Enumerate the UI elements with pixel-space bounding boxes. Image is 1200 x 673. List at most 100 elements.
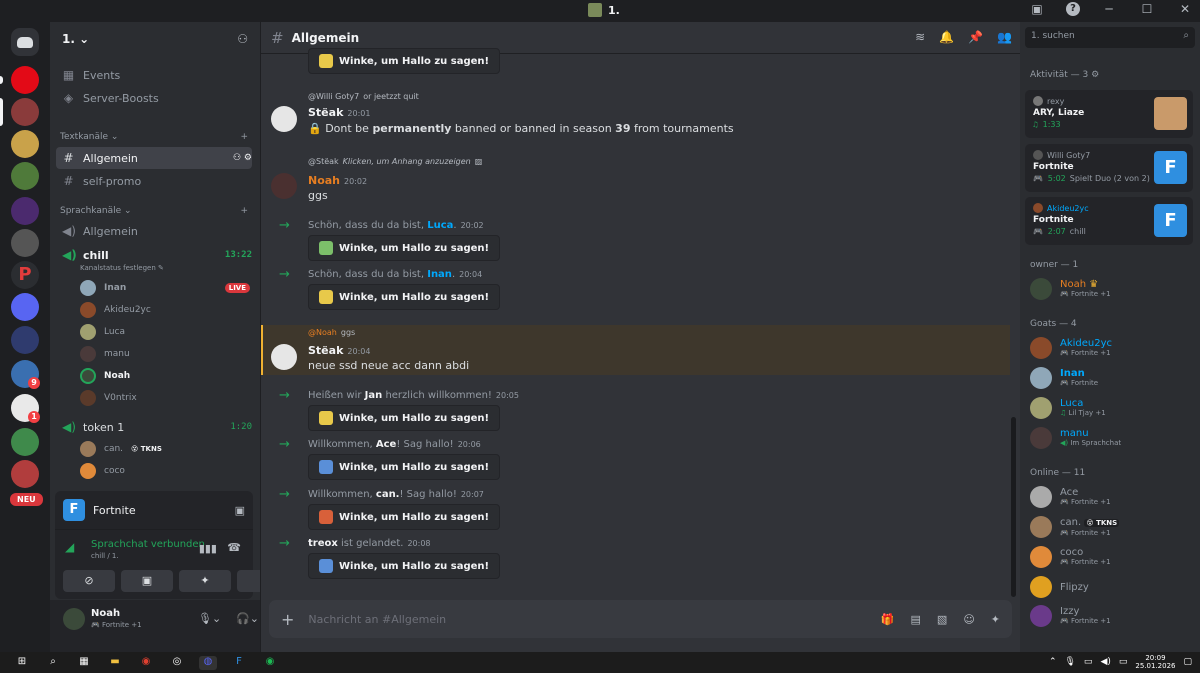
server-icon-13[interactable] (11, 460, 39, 488)
voice-channel-chill[interactable]: ◀) chill 13:22 (56, 244, 252, 266)
reply-preview[interactable]: @Stëak Klicken, um Anhang anzuzeigen ▨ (308, 157, 482, 166)
avatar[interactable] (271, 344, 297, 370)
message[interactable]: @Willi Goty7 or jeetzzt quit Stëak 20:01 🔒… (261, 92, 1010, 142)
server-icon-8[interactable] (11, 293, 39, 321)
search-icon[interactable]: ⌕ (44, 656, 62, 670)
steam-icon[interactable]: ◎ (168, 656, 186, 670)
member-item[interactable]: coco 🎮 Fortnite +1 (1030, 543, 1195, 571)
tray-chevron-icon[interactable]: ⌃ (1049, 657, 1057, 667)
chrome-icon[interactable]: ◉ (137, 656, 155, 670)
voice-user[interactable]: manu (80, 344, 250, 364)
member-item[interactable]: Noah ♛ 🎮 Fortnite +1 (1030, 275, 1195, 303)
wave-button[interactable]: Winke, um Hallo zu sagen! (308, 235, 501, 261)
sidebar-item-boosts[interactable]: ◈ Server-Boosts (56, 87, 252, 109)
add-channel-icon[interactable]: + (240, 132, 248, 142)
message[interactable]: @Stëak Klicken, um Anhang anzuzeigen ▨ Noa… (261, 157, 1010, 207)
activity-card[interactable]: Akideu2yc Fortnite 🎮 2:07 chill F (1025, 197, 1193, 245)
battery-icon[interactable]: ▭ (1119, 657, 1128, 667)
search-input[interactable]: 1. suchen ⌕ (1025, 27, 1195, 48)
server-icon-1[interactable] (11, 66, 39, 94)
attach-plus-icon[interactable]: + (281, 610, 294, 629)
voice-status[interactable]: Sprachchat verbunden (91, 539, 205, 550)
file-explorer-icon[interactable]: ▬ (106, 656, 124, 670)
chat-scrollbar[interactable] (1011, 417, 1016, 597)
microphone-icon[interactable]: 🎙 (1064, 657, 1075, 667)
sidebar-item-events[interactable]: ▦ Events (56, 64, 252, 86)
server-icon-2[interactable] (11, 98, 39, 126)
voice-user[interactable]: coco (80, 461, 250, 481)
voice-user[interactable]: V0ntrix (80, 388, 250, 408)
add-member-icon[interactable]: ⚇ (237, 32, 248, 46)
help-icon[interactable]: ? (1066, 2, 1080, 16)
voice-user[interactable]: Luca (80, 322, 250, 342)
apps-icon[interactable]: ✦ (991, 613, 1000, 626)
maximize-button[interactable]: ☐ (1138, 2, 1156, 16)
user-name[interactable]: Noah (91, 608, 120, 619)
server-icon-4[interactable] (11, 162, 39, 190)
store-icon[interactable]: ▦ (75, 656, 93, 670)
windows-start-icon[interactable]: ⊞ (13, 656, 31, 670)
wave-button[interactable]: Winke, um Hallo zu sagen! (308, 405, 501, 431)
guild-header[interactable]: 1. ⌄ ⚇ (50, 22, 260, 56)
member-item[interactable]: Flipzy (1030, 573, 1195, 601)
avatar[interactable] (271, 106, 297, 132)
server-icon-6[interactable] (11, 229, 39, 257)
member-item[interactable]: Ace 🎮 Fortnite +1 (1030, 483, 1195, 511)
avatar[interactable] (63, 608, 85, 630)
member-item[interactable]: Izzy 🎮 Fortnite +1 (1030, 602, 1195, 630)
channel-self-promo[interactable]: # self-promo (56, 170, 252, 192)
fortnite-taskbar-icon[interactable]: F (230, 656, 248, 670)
close-button[interactable]: ✕ (1176, 2, 1194, 16)
bell-icon[interactable]: 🔔 (939, 30, 954, 44)
invite-settings-icons[interactable]: ⚇ ⚙ (233, 153, 252, 163)
add-channel-icon[interactable]: + (240, 206, 248, 216)
message-composer[interactable]: + Nachricht an #Allgemein 🎁 ▤ ▧ ☺ ✦ (269, 600, 1012, 638)
voice-user[interactable]: Noah (80, 366, 250, 386)
volume-icon[interactable]: ◀) (1100, 657, 1110, 667)
signal-icon[interactable]: ◢ (65, 540, 74, 554)
voice-channel-token[interactable]: ◀) token 1 1:20 (56, 416, 252, 438)
voice-user[interactable]: can. 😵 TKNS (80, 439, 250, 459)
server-icon-12[interactable] (11, 428, 39, 456)
wave-button[interactable]: Winke, um Hallo zu sagen! (308, 284, 501, 310)
activities-button[interactable]: ✦ (179, 570, 231, 592)
voice-user[interactable]: Inan LIVE (80, 278, 250, 298)
member-item[interactable]: can. 😵 TKNS 🎮 Fortnite +1 (1030, 513, 1195, 541)
minimize-button[interactable]: ─ (1100, 2, 1118, 16)
emoji-icon[interactable]: ☺ (963, 613, 974, 626)
inbox-icon[interactable]: ▣ (1028, 2, 1046, 16)
member-item[interactable]: manu ◀) Im Sprachchat (1030, 424, 1195, 452)
wave-button[interactable]: Winke, um Hallo zu sagen! (308, 553, 501, 579)
gif-icon[interactable]: ▤ (911, 613, 921, 626)
activity-card[interactable]: rexy ARY, Liaze ♫ 1:33 (1025, 90, 1193, 138)
member-list-icon[interactable]: 👥 (997, 30, 1012, 44)
wave-button[interactable]: Winke, um Hallo zu sagen! (308, 504, 501, 530)
avatar[interactable] (271, 173, 297, 199)
disconnect-icon[interactable]: ☎ (227, 541, 241, 554)
discord-taskbar-icon[interactable]: ◍ (199, 655, 217, 670)
soundboard-icon[interactable]: ▮▮▮ (199, 542, 217, 555)
server-icon-7[interactable]: P (11, 261, 39, 289)
network-icon[interactable]: ▭ (1084, 657, 1093, 667)
reply-preview[interactable]: @Willi Goty7 or jeetzzt quit (308, 92, 419, 101)
activity-panel[interactable]: F Fortnite ▣ (55, 491, 253, 529)
gift-icon[interactable]: 🎁 (881, 613, 895, 626)
clock[interactable]: 20:09 25.01.2026 (1135, 654, 1175, 670)
stream-game-icon[interactable]: ▣ (235, 504, 245, 517)
spotify-icon[interactable]: ◉ (261, 656, 279, 670)
voice-channel-allgemein[interactable]: ◀) Allgemein (56, 220, 252, 242)
reply-preview[interactable]: @Noah ggs (308, 328, 355, 337)
headphones-icon[interactable]: 🎧⌄ (236, 612, 259, 625)
server-icon-9[interactable] (11, 326, 39, 354)
sticker-icon[interactable]: ▧ (937, 613, 947, 626)
category-text[interactable]: Textkanäle ⌄ + (60, 132, 248, 142)
category-voice[interactable]: Sprachkanäle ⌄ + (60, 206, 248, 216)
voice-user[interactable]: Akideu2yc (80, 300, 250, 320)
pin-icon[interactable]: 📌 (968, 30, 983, 44)
notifications-icon[interactable]: ▢ (1183, 657, 1192, 667)
activity-card[interactable]: Willi Goty7 Fortnite 🎮 5:02 Spielt Duo (2… (1025, 144, 1193, 192)
server-icon-3[interactable] (11, 130, 39, 158)
screenshare-button[interactable]: ▣ (121, 570, 173, 592)
microphone-icon[interactable]: 🎙⌄ (198, 612, 221, 625)
wave-button[interactable]: Winke, um Hallo zu sagen! (308, 454, 501, 480)
